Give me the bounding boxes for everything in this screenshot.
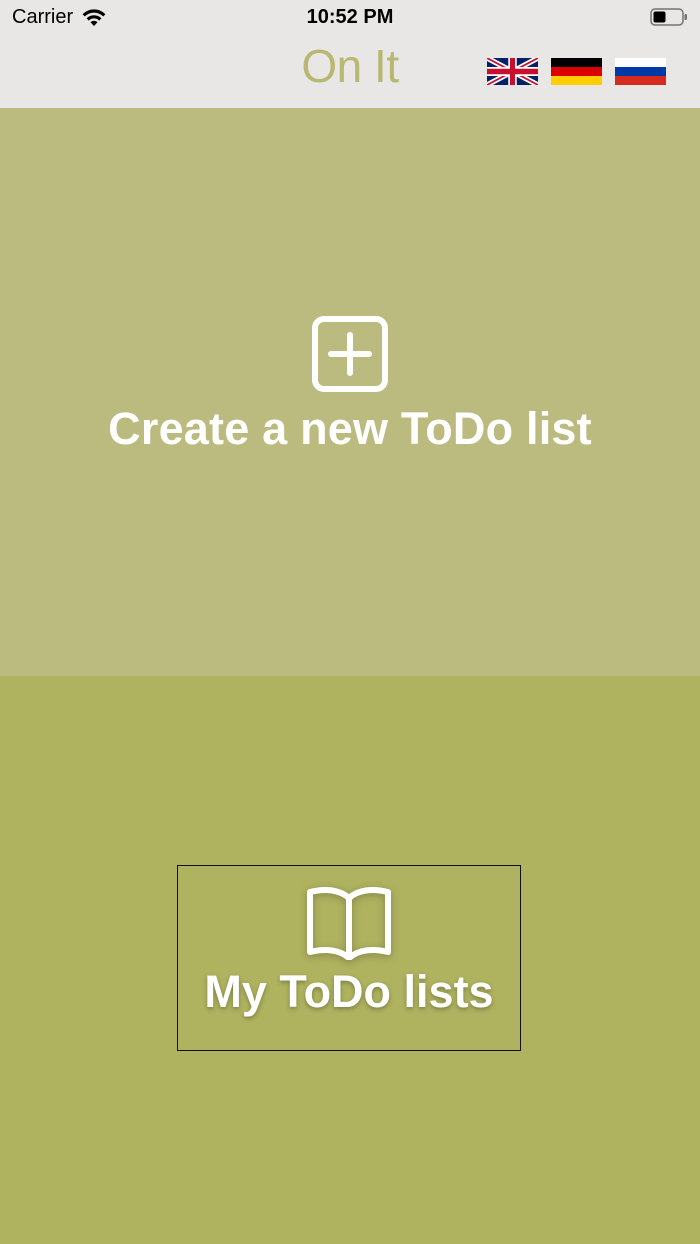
language-selector	[487, 58, 666, 85]
plus-square-icon	[312, 316, 388, 392]
battery-icon	[650, 8, 687, 26]
navigation-bar: On It	[0, 36, 700, 108]
russia-flag-icon[interactable]	[615, 58, 666, 85]
create-list-button[interactable]: Create a new ToDo list	[0, 315, 700, 455]
my-lists-panel: My ToDo lists	[0, 676, 700, 1244]
uk-flag-icon[interactable]	[487, 58, 538, 85]
my-lists-button[interactable]: My ToDo lists	[177, 865, 521, 1051]
book-icon	[307, 887, 391, 960]
app-screen: Carrier 10:52 PM On It Create a new ToDo…	[0, 0, 700, 1244]
create-list-panel: Create a new ToDo list	[0, 108, 700, 676]
germany-flag-icon[interactable]	[551, 58, 602, 85]
status-bar: Carrier 10:52 PM	[0, 0, 700, 36]
clock: 10:52 PM	[306, 6, 394, 28]
my-lists-label: My ToDo lists	[204, 966, 494, 1017]
create-list-label: Create a new ToDo list	[108, 403, 592, 454]
